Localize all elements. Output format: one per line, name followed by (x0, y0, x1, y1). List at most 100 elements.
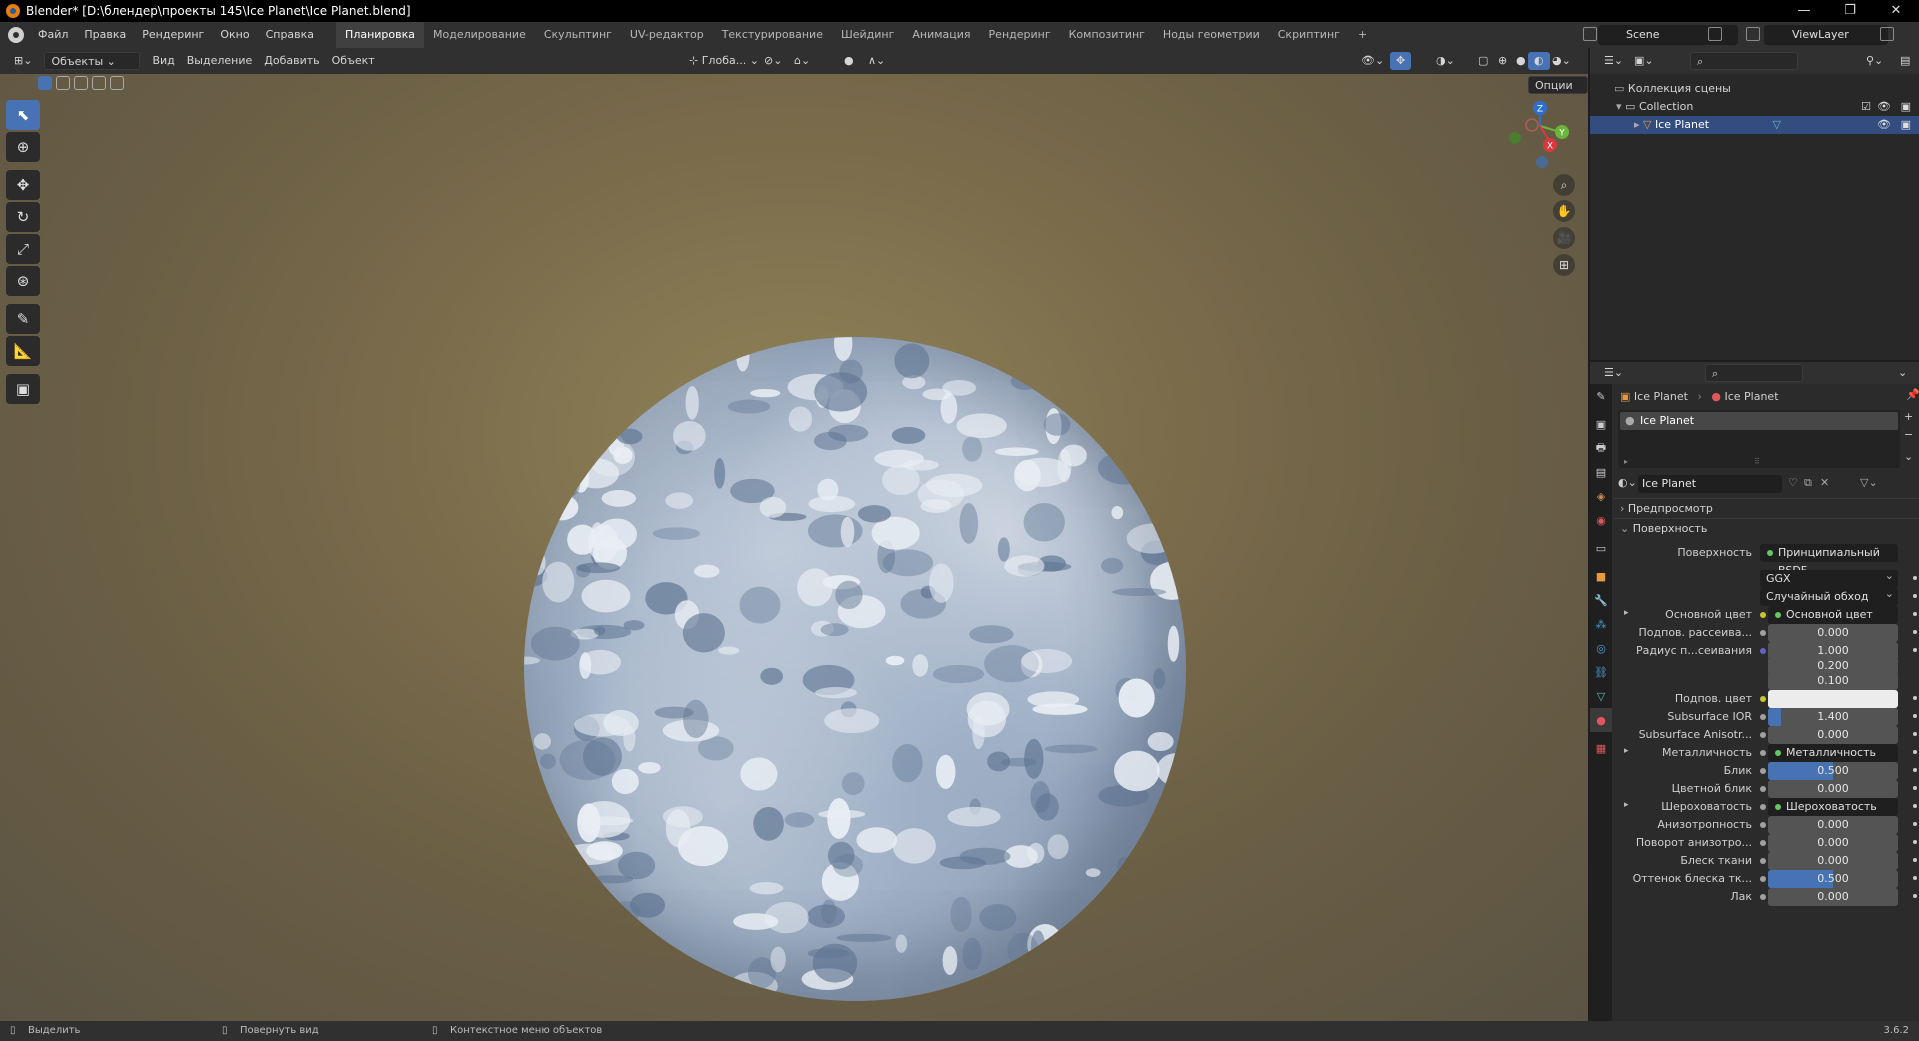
socket-icon[interactable] (1760, 822, 1766, 828)
surface-shader-field[interactable]: Принципиальный BSDF (1760, 544, 1898, 577)
keyframe-dot-icon[interactable] (1913, 612, 1917, 616)
zoom-icon[interactable]: ⌕ (1553, 174, 1575, 196)
add-slot-icon[interactable]: + (1904, 410, 1913, 423)
workspace-tab[interactable]: UV-редактор (621, 22, 713, 48)
world-tab-icon[interactable]: ◉ (1590, 508, 1612, 532)
outliner-row-collection[interactable]: ▾ ▭ Collection ☑ 👁 ▣ (1590, 98, 1919, 116)
viewport-menu-item[interactable]: Добавить (258, 52, 325, 70)
keyframe-dot-icon[interactable] (1913, 822, 1917, 826)
exclude-checkbox-icon[interactable]: ☑ (1861, 98, 1871, 116)
modifier-tab-icon[interactable]: 🔧 (1590, 588, 1612, 612)
material-tab-icon[interactable]: ● (1590, 708, 1612, 732)
material-link-icon[interactable]: ▽⌄ (1860, 476, 1878, 489)
socket-icon[interactable] (1760, 696, 1766, 702)
move-tool-icon[interactable]: ✥ (6, 170, 40, 200)
number-field[interactable]: 0.500 (1768, 762, 1898, 780)
gizmo-toggle-icon[interactable]: ✥ (1390, 52, 1412, 70)
linked-socket-field[interactable]: Шероховатость (1768, 798, 1898, 816)
blender-menu-icon[interactable] (8, 27, 24, 43)
viewport-menu-item[interactable]: Объект (326, 52, 381, 70)
socket-icon[interactable] (1760, 768, 1766, 774)
options-dropdown[interactable]: Опции ⌄ (1528, 76, 1588, 110)
linked-socket-field[interactable]: Основной цвет (1768, 606, 1898, 624)
slot-specials-icon[interactable]: ⌄ (1904, 450, 1913, 463)
workspace-tab[interactable]: Рендеринг (980, 22, 1060, 48)
keyframe-dot-icon[interactable] (1913, 858, 1917, 862)
cursor-tool-icon[interactable]: ⊕ (6, 132, 40, 162)
properties-options-icon[interactable]: ⌄ (1892, 364, 1913, 382)
object-tab-icon[interactable]: ■ (1590, 564, 1612, 588)
workspace-tab[interactable]: + (1349, 22, 1376, 48)
outliner-search-input[interactable]: ⌕ (1690, 52, 1798, 70)
socket-icon[interactable] (1760, 894, 1766, 900)
physics-tab-icon[interactable]: ◎ (1590, 636, 1612, 660)
proportional-edit-icon[interactable]: ● (838, 52, 860, 70)
socket-icon[interactable] (1760, 648, 1766, 654)
close-button[interactable]: ✕ (1873, 0, 1919, 22)
viewport-menu-item[interactable]: Вид (146, 52, 180, 70)
socket-expand-icon[interactable]: ▸ (1624, 608, 1629, 618)
fake-user-icon[interactable]: ♡ (1788, 476, 1798, 489)
visibility-eye-icon[interactable]: 👁 (1877, 98, 1891, 116)
workspace-tab[interactable]: Анимация (903, 22, 979, 48)
transform-orientation[interactable]: ⊹ Глоба... ⌄ (683, 52, 765, 70)
workspace-tab[interactable]: Ноды геометрии (1154, 22, 1269, 48)
socket-icon[interactable] (1760, 876, 1766, 882)
socket-icon[interactable] (1760, 612, 1766, 618)
unlink-material-icon[interactable]: ✕ (1820, 476, 1829, 489)
color-swatch[interactable] (1768, 690, 1898, 708)
ice-planet-sphere[interactable] (524, 337, 1186, 1001)
outliner-row-scene-collection[interactable]: ▭ Коллекция сцены (1590, 80, 1919, 98)
socket-icon[interactable] (1760, 732, 1766, 738)
number-field[interactable]: 0.000 (1768, 834, 1898, 852)
workspace-tab[interactable]: Скульптинг (535, 22, 621, 48)
constraints-tab-icon[interactable]: ⛓ (1590, 660, 1612, 684)
number-field[interactable]: 0.100 (1768, 672, 1898, 690)
particles-tab-icon[interactable]: ⁂ (1590, 612, 1612, 636)
properties-editor-icon[interactable]: ☰⌄ (1598, 364, 1629, 382)
maximize-button[interactable]: ❐ (1827, 0, 1873, 22)
workspace-tab[interactable]: Скриптинг (1269, 22, 1349, 48)
expand-arrow-icon[interactable]: ▸ (1634, 118, 1640, 131)
minimize-button[interactable]: — (1781, 0, 1827, 22)
display-mode-icon[interactable]: ▣⌄ (1628, 52, 1660, 70)
socket-icon[interactable] (1760, 750, 1766, 756)
number-field[interactable]: 1.400 (1768, 708, 1898, 726)
new-collection-icon[interactable]: ▤ (1894, 52, 1916, 70)
distribution-keyframe-icon[interactable] (1913, 576, 1917, 580)
add-cube-tool-icon[interactable]: ▣ (6, 374, 40, 404)
workspace-tab[interactable]: Моделирование (424, 22, 535, 48)
menu-item[interactable]: Правка (76, 22, 134, 48)
keyframe-dot-icon[interactable] (1913, 768, 1917, 772)
number-field[interactable]: 0.000 (1768, 780, 1898, 798)
falloff-icon[interactable]: ∧⌄ (862, 52, 891, 70)
material-slot-row[interactable]: ● Ice Planet (1620, 412, 1898, 430)
socket-expand-icon[interactable]: ▸ (1624, 746, 1629, 756)
collection-tab-icon[interactable]: ▭ (1590, 536, 1612, 560)
remove-slot-icon[interactable]: − (1904, 428, 1913, 441)
preview-panel-header[interactable]: › Предпросмотр (1614, 498, 1919, 518)
keyframe-dot-icon[interactable] (1913, 696, 1917, 700)
material-name-field[interactable]: Ice Planet (1638, 475, 1782, 493)
subsurface-method-keyframe-icon[interactable] (1913, 594, 1917, 598)
outliner-row-ice-planet[interactable]: ▸ ▽ Ice Planet ▽ 👁 ▣ (1590, 116, 1919, 134)
workspace-tab[interactable]: Текстурирование (713, 22, 832, 48)
menu-item[interactable]: Файл (30, 22, 76, 48)
menu-item[interactable]: Рендеринг (134, 22, 212, 48)
scale-tool-icon[interactable]: ⤢ (6, 234, 40, 264)
number-field[interactable]: 0.000 (1768, 816, 1898, 834)
keyframe-dot-icon[interactable] (1913, 732, 1917, 736)
list-resize-handle-icon[interactable]: ⠿ (1754, 457, 1760, 466)
outliner-editor-icon[interactable]: ☰⌄ (1598, 52, 1629, 70)
mode-selector[interactable]: Объекты ⌄ (44, 52, 141, 70)
annotate-tool-icon[interactable]: ✎ (6, 304, 40, 334)
linked-socket-field[interactable]: Металличность (1768, 744, 1898, 762)
browse-material-icon[interactable]: ◐⌄ (1618, 476, 1637, 489)
socket-icon[interactable] (1760, 630, 1766, 636)
number-field[interactable]: 0.000 (1768, 888, 1898, 906)
duplicate-material-icon[interactable]: ⧉ (1804, 476, 1812, 490)
number-field[interactable]: 0.000 (1768, 624, 1898, 642)
scene-tab-icon[interactable]: ◈ (1590, 484, 1612, 508)
snap-icon[interactable]: ⌂⌄ (788, 52, 816, 70)
3d-viewport[interactable] (0, 74, 1588, 1021)
